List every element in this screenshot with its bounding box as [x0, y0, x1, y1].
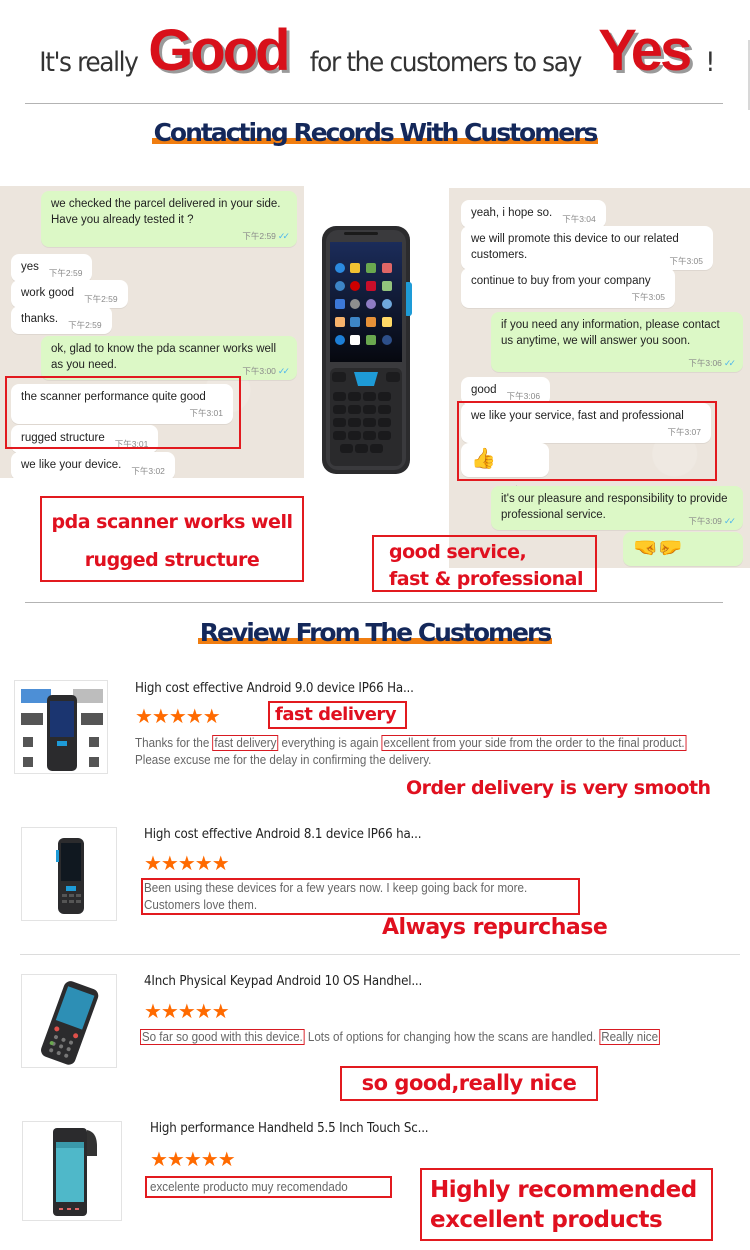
tag-fast-delivery: fast delivery — [268, 701, 407, 729]
divider-middle — [25, 602, 723, 603]
review-product-title[interactable]: High cost effective Android 9.0 device I… — [135, 680, 414, 696]
callout-left: pda scanner works well rugged structure — [40, 496, 304, 582]
chat-message: yeah, i hope so. 下午3:04 — [461, 200, 606, 228]
chat-message: we checked the parcel delivered in your … — [41, 191, 297, 247]
chat-message: if you need any information, please cont… — [491, 312, 743, 372]
highlight-box — [5, 376, 241, 449]
product-thumbnail[interactable] — [21, 827, 117, 921]
review-product-title[interactable]: 4Inch Physical Keypad Android 10 OS Hand… — [144, 973, 422, 989]
review-divider — [20, 954, 740, 955]
review-text: So far so good with this device. Lots of… — [140, 1029, 660, 1045]
review-callout: Always repurchase — [382, 915, 608, 940]
product-thumbnail[interactable] — [21, 974, 117, 1068]
headline-prefix: It's really — [39, 47, 140, 78]
hero-headline: It's really Good for the customers to sa… — [0, 14, 750, 84]
chat-message: continue to buy from your company 下午3:05 — [461, 268, 675, 308]
review-product-title[interactable]: High cost effective Android 8.1 device I… — [144, 826, 422, 842]
star-rating: ★★★★★ — [150, 1149, 236, 1171]
chat-message: we will promote this device to our relat… — [461, 226, 713, 270]
callout-right: good service, fast & professional — [372, 535, 597, 592]
read-ticks-icon: ✓✓ — [277, 231, 290, 241]
product-thumbnail[interactable] — [22, 1121, 122, 1221]
star-rating: ★★★★★ — [144, 1001, 230, 1023]
chat-message: thanks. 下午2:59 — [11, 306, 112, 334]
chat-screenshot-right: yeah, i hope so. 下午3:04 we will promote t… — [449, 188, 750, 568]
headline-yes: Yes — [598, 18, 692, 83]
read-ticks-icon: ✓✓ — [277, 366, 290, 376]
section-title-contacting: Contacting Records With Customers — [151, 118, 598, 147]
read-ticks-icon: ✓✓ — [723, 516, 736, 526]
headline-suffix: ! — [705, 47, 716, 78]
fist-bump-icon: 🤜🤛 — [633, 537, 683, 559]
star-rating: ★★★★★ — [135, 706, 221, 728]
chat-message: yes 下午2:59 — [11, 254, 93, 282]
chat-message: work good 下午2:59 — [11, 280, 128, 308]
pda-device-image — [318, 222, 416, 478]
divider-top — [25, 103, 723, 104]
chat-message: we like your device. 下午3:02 — [11, 452, 175, 478]
review-text: Been using these devices for a few years… — [144, 881, 528, 912]
chat-screenshot-left: we checked the parcel delivered in your … — [0, 186, 304, 478]
review-text: excelente producto muy recomendado — [150, 1180, 348, 1194]
review-callout: Highly recommended excellent products — [420, 1168, 713, 1241]
product-thumbnail[interactable] — [14, 680, 108, 774]
highlight-box — [457, 401, 717, 481]
star-rating: ★★★★★ — [144, 853, 230, 875]
chat-message: 🤜🤛 下午3:10✓✓ — [623, 532, 743, 566]
chat-message: ok, glad to know the pda scanner works w… — [41, 336, 297, 380]
section-title-review: Review From The Customers — [197, 618, 553, 647]
chat-message: it's our pleasure and responsibility to … — [491, 486, 743, 530]
headline-good: Good — [148, 18, 290, 83]
review-callout: Order delivery is very smooth — [406, 777, 711, 799]
headline-middle: for the customers to say — [309, 47, 581, 78]
read-ticks-icon: ✓✓ — [723, 358, 736, 368]
review-text: Thanks for the fast delivery everything … — [135, 735, 687, 767]
review-callout: so good,really nice — [340, 1066, 598, 1101]
review-product-title[interactable]: High performance Handheld 5.5 Inch Touch… — [150, 1120, 429, 1136]
